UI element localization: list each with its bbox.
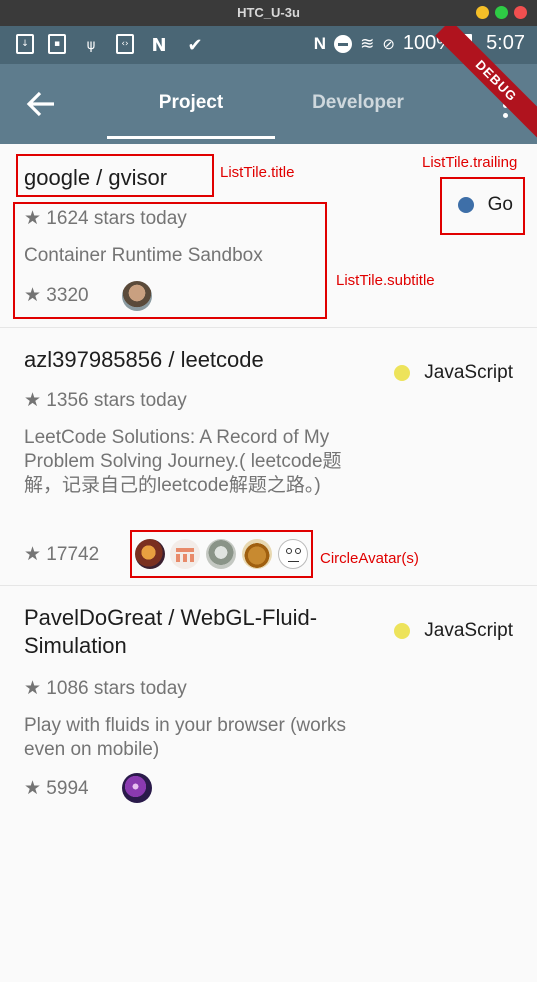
trailing-annotation-box	[440, 177, 525, 235]
notification-icons: ↓ ▪ ψ ‹› N ✔	[16, 34, 206, 56]
tab-indicator	[107, 136, 275, 139]
title-annotation-label: ListTile.title	[220, 164, 295, 181]
n-logo-icon: N	[151, 34, 167, 56]
stars-today: ★ 1086 stars today	[24, 678, 187, 699]
battery-icon	[462, 33, 473, 54]
total-stars: ★ 5994	[24, 778, 89, 799]
stars-today: ★ 1356 stars today	[24, 390, 187, 411]
repo-language: JavaScript	[394, 620, 513, 642]
maximize-button[interactable]	[495, 6, 508, 19]
language-color-dot	[394, 623, 411, 639]
window-title-bar: HTC_U-3u	[0, 0, 537, 26]
sdcard-icon: ▪	[48, 34, 66, 54]
code-icon: ‹›	[116, 34, 134, 54]
repo-language: JavaScript	[394, 362, 513, 384]
usb-icon: ψ	[86, 37, 96, 53]
app-bar: Project Developer	[0, 64, 537, 144]
check-tag-icon: ✔	[187, 34, 203, 56]
total-stars: ★ 17742	[24, 544, 100, 565]
list-item[interactable]: PavelDoGreat / WebGL-Fluid-Simulation ★ …	[0, 586, 537, 826]
window-controls	[476, 6, 527, 19]
clock: 5:07	[486, 32, 525, 54]
wifi-icon: ≋	[360, 33, 375, 53]
subtitle-annotation-box	[13, 202, 327, 319]
repo-title: PavelDoGreat / WebGL-Fluid-Simulation	[24, 605, 318, 658]
trailing-annotation-label: ListTile.trailing	[422, 154, 518, 171]
subtitle-annotation-label: ListTile.subtitle	[336, 272, 435, 289]
tab-developer[interactable]: Developer	[274, 64, 442, 144]
no-sim-icon: ⊘	[382, 35, 395, 53]
language-name: JavaScript	[424, 362, 513, 383]
avatar[interactable]	[122, 773, 152, 803]
nfc-icon: N	[313, 33, 327, 53]
repo-title: azl397985856 / leetcode	[24, 347, 264, 372]
title-annotation-box	[16, 154, 214, 197]
language-name: JavaScript	[424, 620, 513, 641]
minimize-button[interactable]	[476, 6, 489, 19]
avatars-annotation-box	[130, 530, 313, 578]
tab-project[interactable]: Project	[107, 64, 275, 144]
close-button[interactable]	[514, 6, 527, 19]
download-icon: ↓	[16, 34, 34, 54]
repo-description: Play with fluids in your browser (works …	[24, 715, 347, 760]
more-vert-icon[interactable]	[501, 92, 509, 118]
language-color-dot	[394, 365, 411, 381]
window-title: HTC_U-3u	[237, 5, 300, 20]
do-not-disturb-icon	[334, 34, 353, 53]
battery-percentage: 100%	[402, 32, 455, 54]
back-arrow-icon[interactable]	[26, 90, 56, 118]
repo-description: LeetCode Solutions: A Record of My Probl…	[24, 427, 342, 496]
system-icons: N ≋ ⊘ 100% 5:07	[314, 32, 525, 55]
status-bar: ↓ ▪ ψ ‹› N ✔ N ≋ ⊘ 100% 5:07	[0, 26, 537, 64]
avatars-annotation-label: CircleAvatar(s)	[320, 550, 419, 567]
